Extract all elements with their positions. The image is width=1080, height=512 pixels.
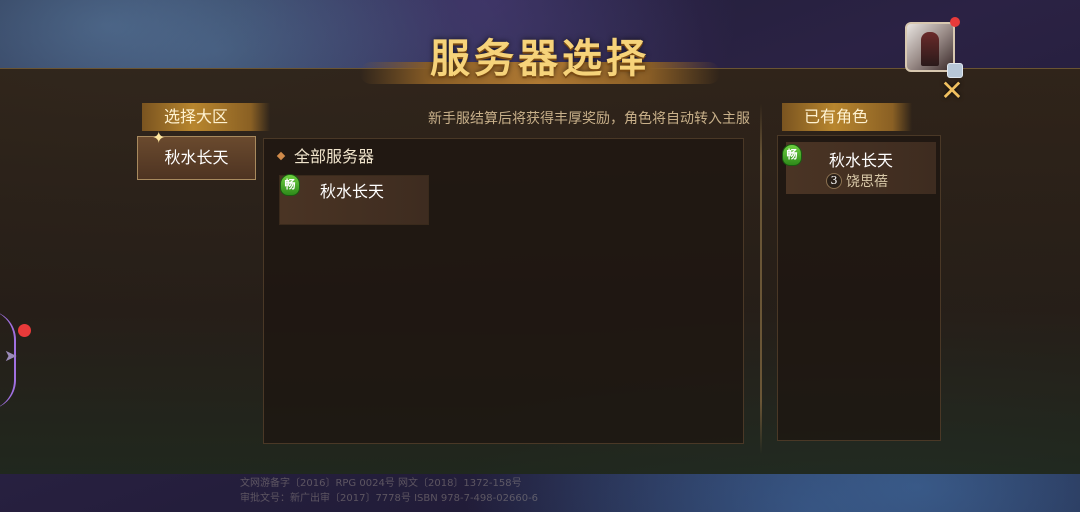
all-servers-header[interactable]: 全部服务器 (276, 145, 375, 169)
region-section-label: 选择大区 (142, 103, 270, 131)
chevron-right-icon: ➤ (4, 346, 18, 365)
server-item-label: 秋水长天 (320, 182, 385, 201)
notification-dot (950, 17, 960, 27)
owned-server-name: 秋水长天 (828, 151, 893, 170)
diamond-icon (276, 151, 286, 160)
sparkle-icon: ✦ (152, 128, 166, 147)
new-server-notice: 新手服结算后将获得丰厚奖励，角色将自动转入主服 (428, 111, 750, 127)
page-title: 服务器选择 (430, 35, 650, 82)
title-banner: 服务器选择 (340, 28, 740, 90)
avatar-figure (921, 32, 939, 66)
level-badge: 3 (826, 173, 842, 189)
vertical-divider (760, 104, 762, 454)
smooth-status-badge-icon: 畅 (280, 174, 300, 196)
close-icon: ✕ (940, 74, 964, 107)
server-item[interactable]: 畅 秋水长天 (279, 174, 429, 225)
character-name: 饶思蓓 (846, 174, 888, 190)
owned-character-info: 3 饶思蓓 (826, 172, 888, 192)
region-item-label: 秋水长天 (164, 148, 229, 167)
owned-characters-box: 畅 秋水长天 3 饶思蓓 (777, 135, 941, 441)
owned-section-label: 已有角色 (782, 103, 912, 131)
all-servers-label: 全部服务器 (294, 147, 375, 166)
server-list-box: 全部服务器 畅 秋水长天 (263, 138, 744, 444)
owned-character-item[interactable]: 畅 秋水长天 3 饶思蓓 (782, 142, 936, 194)
footer-line-2: 审批文号：新广出审〔2017〕7778号 ISBN 978-7-498-0266… (240, 493, 539, 504)
license-footer: 文网游备字〔2016〕RPG 0024号 网文〔2018〕1372-158号 审… (240, 476, 840, 510)
drawer-notification-dot (18, 324, 31, 337)
side-drawer-tab[interactable]: ➤ (0, 300, 22, 420)
footer-line-1: 文网游备字〔2016〕RPG 0024号 网文〔2018〕1372-158号 (240, 478, 522, 489)
close-button[interactable]: ✕ (937, 76, 967, 106)
